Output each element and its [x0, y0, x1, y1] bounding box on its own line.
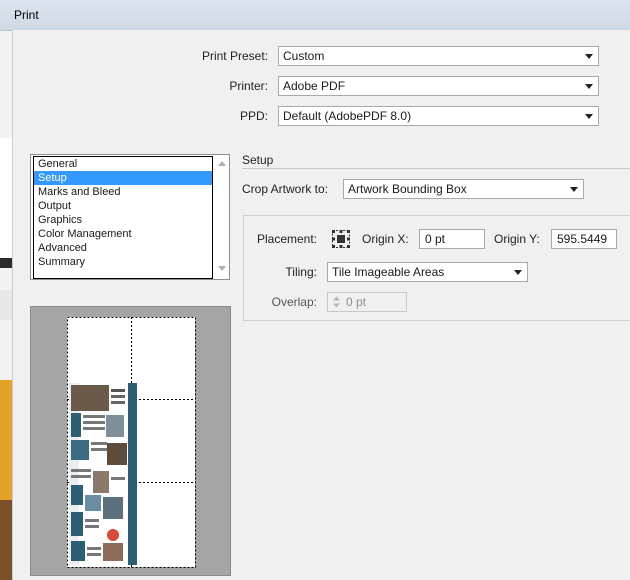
origin-y-label: Origin Y: — [494, 232, 540, 246]
setup-section-title: Setup — [242, 153, 274, 167]
overlap-label: Overlap: — [271, 295, 317, 309]
origin-x-label: Origin X: — [362, 232, 409, 246]
section-divider — [242, 168, 630, 169]
brochure-artwork — [69, 383, 137, 565]
category-item-graphics[interactable]: Graphics — [34, 213, 212, 227]
category-item-output[interactable]: Output — [34, 199, 212, 213]
print-preset-value: Custom — [283, 49, 325, 63]
printer-label: Printer: — [229, 79, 268, 93]
category-list-scrollbar[interactable] — [214, 155, 229, 279]
print-preset-select[interactable]: Custom — [278, 46, 599, 66]
scroll-down-icon[interactable] — [218, 266, 226, 271]
ppd-value: Default (AdobePDF 8.0) — [283, 109, 412, 123]
placement-label: Placement: — [256, 232, 317, 246]
printer-select[interactable]: Adobe PDF — [278, 76, 599, 96]
print-preview[interactable] — [30, 306, 231, 576]
window-title: Print — [14, 8, 39, 22]
ppd-select[interactable]: Default (AdobePDF 8.0) — [278, 106, 599, 126]
origin-y-input[interactable]: 595.5449 — [551, 229, 617, 249]
tiling-select[interactable]: Tile Imageable Areas — [327, 262, 528, 282]
dropdown-arrow-icon — [583, 47, 595, 65]
dropdown-arrow-icon — [583, 107, 595, 125]
category-item-color-management[interactable]: Color Management — [34, 227, 212, 241]
crop-artwork-label: Crop Artwork to: — [242, 182, 329, 196]
category-item-setup[interactable]: Setup — [34, 171, 212, 185]
crop-artwork-value: Artwork Bounding Box — [348, 182, 467, 196]
category-item-advanced[interactable]: Advanced — [34, 241, 212, 255]
placement-grid-icon[interactable] — [331, 229, 351, 249]
overlap-value: 0 pt — [346, 295, 367, 309]
print-preset-label: Print Preset: — [201, 49, 268, 63]
printer-value: Adobe PDF — [283, 79, 346, 93]
ppd-label: PPD: — [239, 109, 268, 123]
category-item-summary[interactable]: Summary — [34, 255, 212, 269]
category-item-marks-and-bleed[interactable]: Marks and Bleed — [34, 185, 212, 199]
dropdown-arrow-icon — [512, 263, 524, 281]
tiling-label: Tiling: — [285, 265, 317, 279]
category-item-general[interactable]: General — [34, 157, 212, 171]
tiling-value: Tile Imageable Areas — [332, 265, 445, 279]
crop-artwork-select[interactable]: Artwork Bounding Box — [343, 179, 584, 199]
background-window-strip — [0, 0, 12, 580]
category-list-items: General Setup Marks and Bleed Output Gra… — [33, 156, 213, 279]
overlap-input: 0 pt — [327, 292, 407, 312]
category-list[interactable]: General Setup Marks and Bleed Output Gra… — [30, 154, 230, 280]
scroll-up-icon[interactable] — [218, 161, 226, 166]
title-bar[interactable]: Print — [0, 0, 630, 31]
origin-x-input[interactable]: 0 pt — [419, 229, 485, 249]
stepper-icon — [333, 296, 340, 308]
dropdown-arrow-icon — [583, 77, 595, 95]
dropdown-arrow-icon — [568, 180, 580, 198]
preview-pages — [67, 317, 196, 568]
